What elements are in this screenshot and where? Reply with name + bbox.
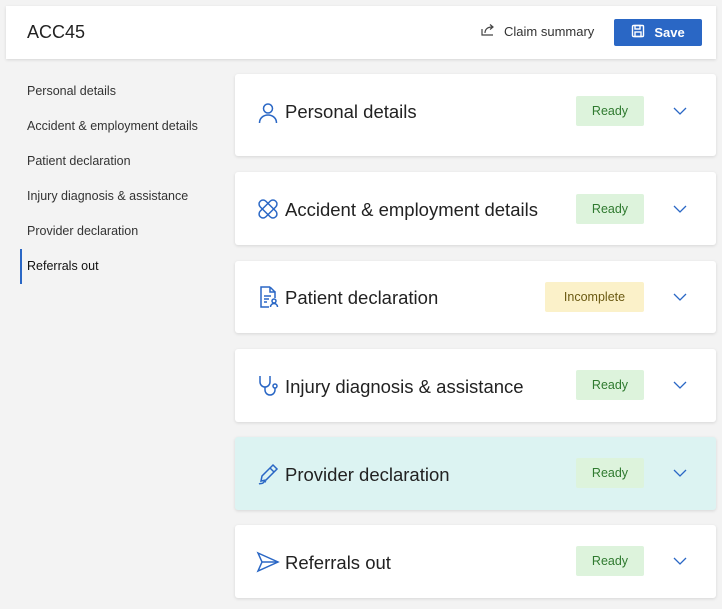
section-nav: Personal details Accident & employment d… — [20, 74, 220, 284]
chevron-down-icon[interactable] — [672, 201, 688, 217]
nav-item-referrals-out[interactable]: Referrals out — [20, 249, 220, 284]
bandage-icon — [256, 197, 280, 221]
section-title: Injury diagnosis & assistance — [285, 376, 524, 397]
nav-item-provider-declaration[interactable]: Provider declaration — [20, 214, 220, 249]
section-title: Referrals out — [285, 552, 391, 573]
chevron-down-icon[interactable] — [672, 289, 688, 305]
section-card-referrals-out[interactable]: Referrals out Ready — [235, 525, 716, 598]
section-card-patient-declaration[interactable]: Patient declaration Incomplete — [235, 261, 716, 333]
chevron-down-icon[interactable] — [672, 553, 688, 569]
section-card-provider-declaration[interactable]: Provider declaration Ready — [235, 437, 716, 510]
section-title: Accident & employment details — [285, 199, 538, 220]
status-badge: Ready — [576, 370, 644, 400]
status-badge: Incomplete — [545, 282, 644, 312]
section-title: Personal details — [285, 101, 417, 122]
nav-item-injury-diagnosis[interactable]: Injury diagnosis & assistance — [20, 179, 220, 214]
nav-item-patient-declaration[interactable]: Patient declaration — [20, 144, 220, 179]
signature-pen-icon — [256, 462, 280, 486]
stethoscope-icon — [256, 374, 280, 398]
page-header: ACC45 Claim summary Save — [6, 6, 716, 59]
person-icon — [256, 101, 280, 125]
floppy-disk-icon — [631, 24, 645, 41]
nav-item-personal-details[interactable]: Personal details — [20, 74, 220, 109]
nav-item-accident-employment[interactable]: Accident & employment details — [20, 109, 220, 144]
status-badge: Ready — [576, 458, 644, 488]
page-title: ACC45 — [27, 22, 86, 42]
section-title: Provider declaration — [285, 464, 450, 485]
status-badge: Ready — [576, 96, 644, 126]
save-button[interactable]: Save — [614, 19, 702, 46]
share-icon — [480, 22, 496, 41]
chevron-down-icon[interactable] — [672, 377, 688, 393]
send-icon — [256, 550, 280, 574]
section-card-injury-diagnosis[interactable]: Injury diagnosis & assistance Ready — [235, 349, 716, 422]
document-person-icon — [256, 285, 280, 309]
save-button-label: Save — [654, 25, 685, 40]
chevron-down-icon[interactable] — [672, 465, 688, 481]
claim-summary-label: Claim summary — [504, 24, 595, 39]
status-badge: Ready — [576, 194, 644, 224]
status-badge: Ready — [576, 546, 644, 576]
chevron-down-icon[interactable] — [672, 103, 688, 119]
claim-summary-link[interactable]: Claim summary — [480, 22, 594, 41]
section-title: Patient declaration — [285, 287, 439, 308]
section-card-accident-employment[interactable]: Accident & employment details Ready — [235, 172, 716, 245]
section-card-personal-details[interactable]: Personal details Ready — [235, 74, 716, 156]
